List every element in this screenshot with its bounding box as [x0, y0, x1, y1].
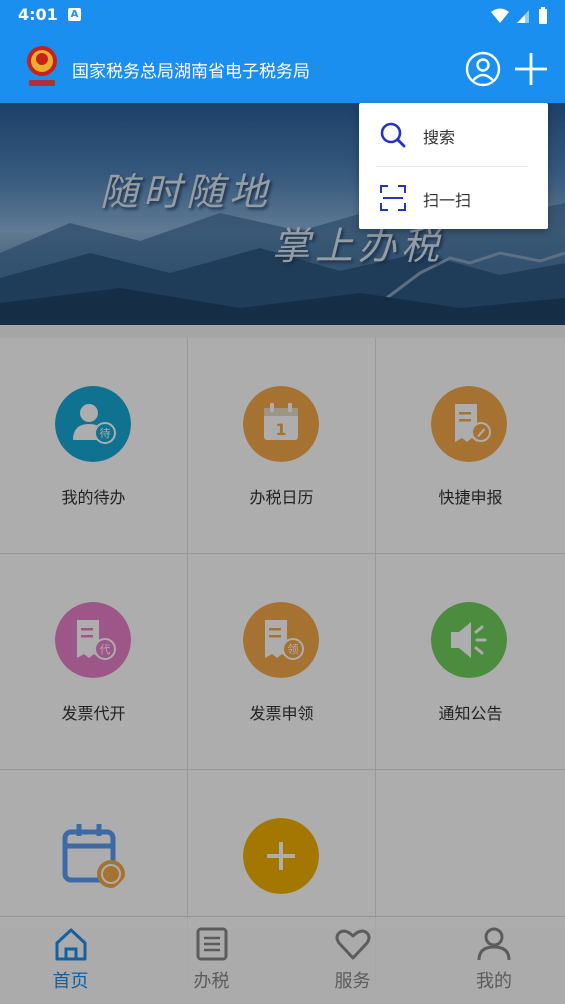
- notification-app-icon: A: [68, 8, 81, 21]
- modal-scrim[interactable]: [0, 103, 565, 1004]
- menu-item-scan[interactable]: 扫一扫: [359, 166, 548, 229]
- status-time: 4:01: [18, 5, 58, 24]
- user-account-icon[interactable]: [464, 50, 502, 88]
- search-icon: [380, 122, 406, 148]
- app-title: 国家税务总局湖南省电子税务局: [72, 62, 310, 82]
- plus-menu-icon[interactable]: [512, 50, 550, 88]
- app-bar: 国家税务总局湖南省电子税务局: [0, 32, 565, 103]
- system-status-icons: [491, 7, 547, 24]
- menu-item-search[interactable]: 搜索: [359, 103, 548, 166]
- scan-icon: [380, 185, 406, 211]
- tax-bureau-emblem: [27, 46, 57, 86]
- popup-menu: 搜索 扫一扫: [359, 103, 548, 229]
- menu-item-label: 扫一扫: [423, 191, 472, 210]
- status-bar: 4:01 A: [0, 0, 565, 32]
- menu-item-label: 搜索: [423, 128, 456, 147]
